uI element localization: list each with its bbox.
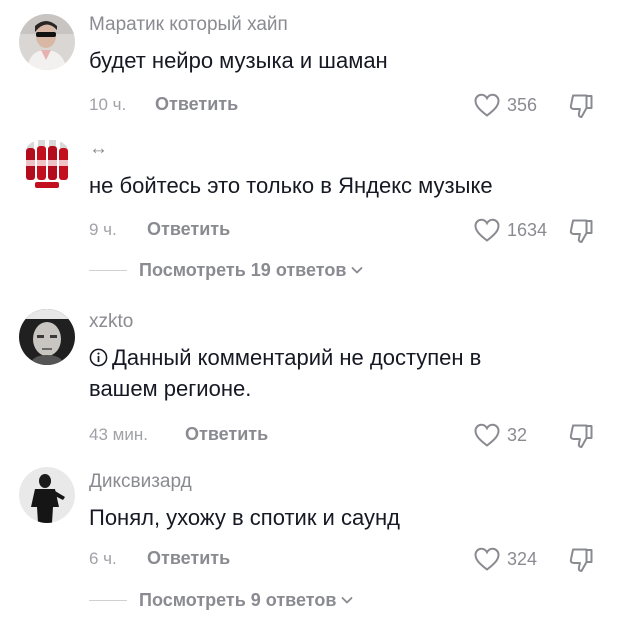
divider-line [89, 599, 127, 601]
heart-icon [474, 547, 500, 571]
comment-author[interactable]: ↔ [89, 138, 108, 160]
dislike-button[interactable] [567, 217, 595, 245]
reply-button[interactable]: Ответить [155, 94, 238, 115]
view-replies-label: Посмотреть 19 ответов [139, 259, 347, 280]
info-circle-icon [89, 348, 108, 367]
chevron-down-icon [342, 597, 353, 604]
comment-author[interactable]: xzkto [89, 311, 133, 333]
comment-time: 9 ч. [89, 220, 117, 239]
comment-time: 10 ч. [89, 95, 127, 114]
heart-icon [474, 423, 500, 447]
comment-time: 6 ч. [89, 549, 117, 568]
like-count: 356 [507, 94, 538, 115]
avatar[interactable] [19, 14, 75, 70]
thumbs-down-icon [569, 94, 593, 118]
avatar[interactable] [19, 309, 75, 365]
heart-icon [474, 93, 500, 117]
reply-button[interactable]: Ответить [147, 548, 230, 569]
like-count: 32 [507, 424, 528, 445]
reply-button[interactable]: Ответить [147, 219, 230, 240]
avatar[interactable] [19, 467, 75, 523]
comment-meta: 9 ч. Ответить 1634 [89, 217, 609, 243]
thumbs-down-icon [569, 219, 593, 243]
dislike-button[interactable] [567, 92, 595, 120]
comment-meta: 43 мин. Ответить 32 [89, 422, 609, 448]
view-replies-label: Посмотреть 9 ответов [139, 589, 337, 610]
dislike-button[interactable] [567, 546, 595, 574]
reply-button[interactable]: Ответить [185, 424, 268, 445]
like-button[interactable]: 356 [473, 92, 537, 118]
heart-icon [474, 218, 500, 242]
like-button[interactable]: 324 [473, 546, 537, 572]
comment-text: Данный комментарий не доступен в вашем р… [89, 342, 549, 404]
comment-time: 43 мин. [89, 425, 148, 444]
comment-text: будет нейро музыка и шаман [89, 48, 388, 73]
thumbs-down-icon [569, 548, 593, 572]
like-button[interactable]: 1634 [473, 217, 547, 243]
thumbs-down-icon [569, 424, 593, 448]
comment-meta: 6 ч. Ответить 324 [89, 546, 609, 572]
comment-text: не бойтесь это только в Яндекс музыке [89, 173, 493, 198]
comment-text: Понял, ухожу в спотик и саунд [89, 505, 400, 530]
divider-line [89, 269, 127, 271]
view-replies-button[interactable]: Посмотреть 9 ответов [89, 588, 409, 612]
comment-author[interactable]: Маратик который хайп [89, 14, 288, 36]
like-count: 1634 [507, 219, 548, 240]
comment-meta: 10 ч. Ответить 356 [89, 92, 609, 118]
view-replies-button[interactable]: Посмотреть 19 ответов [89, 258, 409, 282]
like-count: 324 [507, 548, 538, 569]
chevron-down-icon [352, 267, 363, 274]
comment-author[interactable]: Диксвизард [89, 471, 192, 493]
avatar[interactable] [19, 138, 75, 194]
dislike-button[interactable] [567, 422, 595, 450]
comment-text-content: Данный комментарий не доступен в вашем р… [89, 345, 482, 401]
like-button[interactable]: 32 [473, 422, 527, 448]
